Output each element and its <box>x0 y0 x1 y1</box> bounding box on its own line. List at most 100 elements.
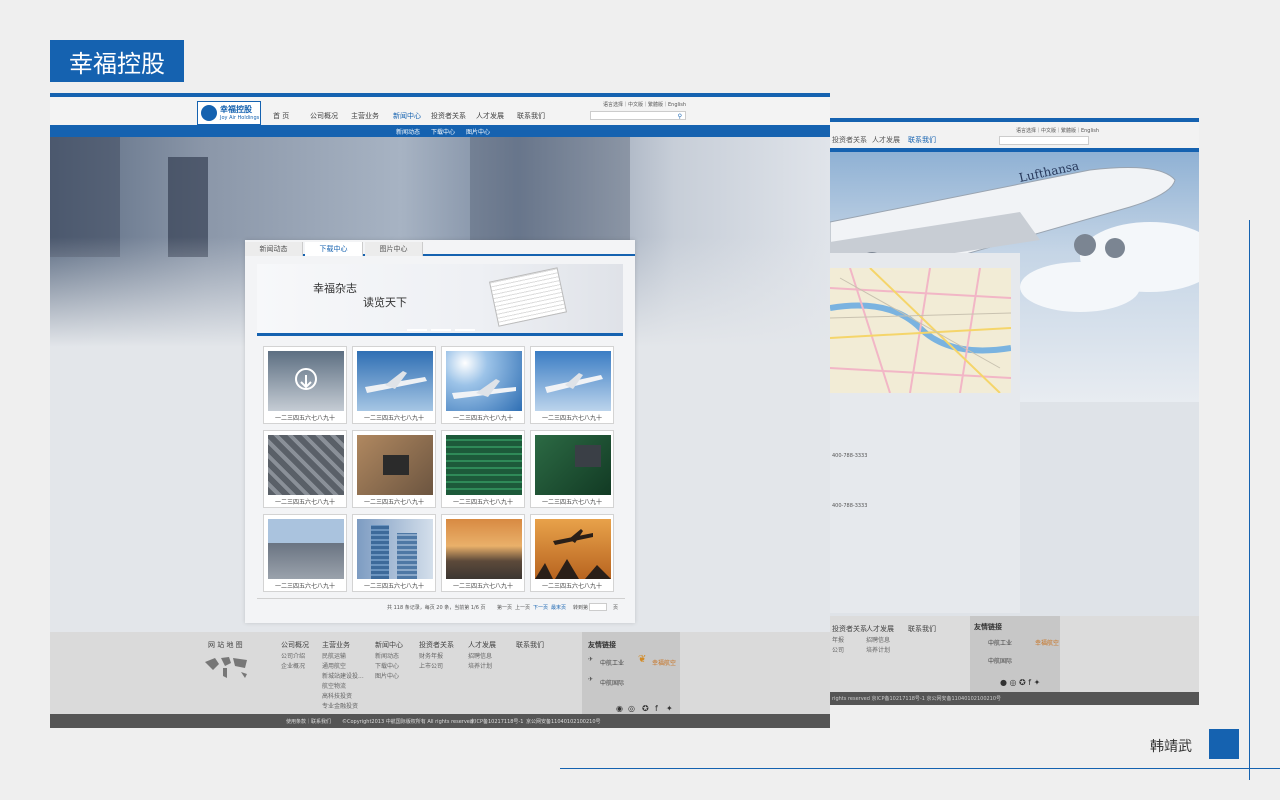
back-friend-title: 友情链接 <box>974 623 1002 631</box>
logo[interactable]: 幸福控股 Joy Air Holdings <box>197 101 261 125</box>
language-selector[interactable]: 语言选择｜中文版｜繁體版｜English <box>603 101 686 108</box>
card-caption: 一二三四五六七八九十 <box>541 499 602 506</box>
front-mockup: 幸福控股 Joy Air Holdings 首 页 公司概况 主营业务 新闻中心… <box>50 93 830 728</box>
back-nav-contact[interactable]: 联系我们 <box>908 135 936 145</box>
footer-link[interactable]: 图片中心 <box>375 672 403 682</box>
pager-suffix: 页 <box>613 605 619 611</box>
back-language-selector[interactable]: 语言选择｜中文版｜繁體版｜English <box>1016 127 1099 134</box>
footer-link[interactable]: 新闻动态 <box>375 652 403 662</box>
friend-link-avic-intl[interactable]: 中航国际 <box>600 678 624 687</box>
footer-link[interactable]: 上市公司 <box>419 662 454 672</box>
list-item[interactable]: 一二三四五六七八九十 <box>441 514 525 592</box>
list-item[interactable]: 一二三四五六七八九十 <box>263 430 347 508</box>
tab-gallery[interactable]: 图片中心 <box>365 242 423 256</box>
footer-link[interactable]: 高科技投资 <box>322 692 364 702</box>
back-friend-link[interactable]: 中航工业 <box>988 638 1012 647</box>
share-icon[interactable]: ✪ <box>642 704 649 713</box>
search-icon[interactable]: ⚲ <box>678 113 682 120</box>
list-item[interactable]: 一二三四五六七八九十 <box>352 430 436 508</box>
nav-investor[interactable]: 投资者关系 <box>431 111 466 121</box>
back-nav-talent[interactable]: 人才发展 <box>872 135 900 145</box>
back-footer-investor[interactable]: 投资者关系 <box>832 624 867 634</box>
footer-link[interactable]: 专业金融投资 <box>322 702 364 712</box>
back-footer-link[interactable]: 培养计划 <box>866 646 894 656</box>
subnav-news[interactable]: 新闻动态 <box>396 127 420 136</box>
footer-link[interactable]: 财务年报 <box>419 652 454 662</box>
footer-link[interactable]: 民航运输 <box>322 652 364 662</box>
footer-company[interactable]: 公司概况 <box>281 640 309 650</box>
airplane-photo <box>535 351 611 411</box>
list-item[interactable]: 一二三四五六七八九十 <box>441 346 525 424</box>
search-input[interactable]: ⚲ <box>590 111 686 120</box>
list-item[interactable]: 一二三四五六七八九十 <box>352 514 436 592</box>
footer-link[interactable]: 通用航空 <box>322 662 364 672</box>
friend-link-avic[interactable]: 中航工业 <box>600 658 624 667</box>
back-footer-contact[interactable]: 联系我们 <box>908 624 936 634</box>
footer-news[interactable]: 新闻中心 <box>375 640 403 650</box>
footer-link[interactable]: 企业概况 <box>281 662 309 672</box>
list-item[interactable]: 一二三四五六七八九十 <box>530 346 614 424</box>
nav-business[interactable]: 主营业务 <box>351 111 379 121</box>
footer-talent[interactable]: 人才发展 <box>468 640 496 650</box>
weibo-icon[interactable]: ◉ <box>616 704 623 713</box>
logo-emblem-icon <box>201 105 217 121</box>
friend-link-joyair[interactable]: 幸福航空 <box>652 658 676 667</box>
nav-home[interactable]: 首 页 <box>273 111 289 121</box>
back-footer-link[interactable]: 公司 <box>832 646 867 656</box>
back-friend-link[interactable]: 中航国际 <box>988 656 1012 665</box>
back-friend-link[interactable]: 幸福航空 <box>1035 638 1059 647</box>
subnav-gallery[interactable]: 图片中心 <box>466 127 490 136</box>
icp-text: 京ICP备10217118号-1 <box>470 719 524 725</box>
list-item[interactable]: 一二三四五六七八九十 <box>530 430 614 508</box>
building-photo <box>357 519 433 579</box>
nav-talent[interactable]: 人才发展 <box>476 111 504 121</box>
pager-prev[interactable]: 上一页 <box>515 604 530 611</box>
page-number-input[interactable] <box>589 603 607 611</box>
magazine-banner[interactable]: 幸福杂志 读览天下 <box>257 264 623 336</box>
footer-link[interactable]: 培养计划 <box>468 662 496 672</box>
city-map[interactable] <box>830 268 1011 393</box>
subnav-download[interactable]: 下载中心 <box>431 127 455 136</box>
back-search-input[interactable] <box>999 136 1089 145</box>
tab-news[interactable]: 新闻动态 <box>245 242 303 256</box>
police-record-text: 京公网安备11040102100210号 <box>526 719 601 725</box>
list-item[interactable]: 一二三四五六七八九十 <box>530 514 614 592</box>
pager-first[interactable]: 第一页 <box>497 604 512 611</box>
tab-bar: 新闻动态 下载中心 图片中心 <box>245 242 635 256</box>
footer-contact[interactable]: 联系我们 <box>516 640 544 650</box>
back-nav-investor[interactable]: 投资者关系 <box>832 135 867 145</box>
tencent-icon[interactable]: ◎ <box>628 704 635 713</box>
footer-business[interactable]: 主营业务 <box>322 640 364 650</box>
decor-horizontal-line <box>560 768 1280 769</box>
pager-last[interactable]: 最末页 <box>551 604 566 611</box>
back-footer-link[interactable]: 年报 <box>832 636 867 646</box>
card-caption: 一二三四五六七八九十 <box>452 415 513 422</box>
terms-link[interactable]: 使用条款｜联系我们 <box>286 718 331 725</box>
footer-link[interactable]: 航空物流 <box>322 682 364 692</box>
decor-square <box>1209 729 1239 759</box>
tab-download[interactable]: 下载中心 <box>305 242 363 256</box>
card-caption: 一二三四五六七八九十 <box>541 583 602 590</box>
back-footer-talent[interactable]: 人才发展 <box>866 624 894 634</box>
nav-contact[interactable]: 联系我们 <box>517 111 545 121</box>
footer-investor[interactable]: 投资者关系 <box>419 640 454 650</box>
list-item[interactable]: 一二三四五六七八九十 <box>352 346 436 424</box>
nav-company[interactable]: 公司概况 <box>310 111 338 121</box>
card-caption: 一二三四五六七八九十 <box>363 415 424 422</box>
pager-next[interactable]: 下一页 <box>533 604 548 611</box>
footer-link[interactable]: 新城站建设投... <box>322 672 364 682</box>
facebook-icon[interactable]: f <box>655 704 658 713</box>
back-mockup: 投资者关系 人才发展 联系我们 语言选择｜中文版｜繁體版｜English Luf… <box>830 118 1199 705</box>
list-item[interactable]: 一二三四五六七八九十 <box>441 430 525 508</box>
list-item[interactable]: 一二三四五六七八九十 <box>263 514 347 592</box>
nav-news[interactable]: 新闻中心 <box>393 111 421 121</box>
footer-link[interactable]: 下载中心 <box>375 662 403 672</box>
list-item[interactable]: 一二三四五六七八九十 <box>263 346 347 424</box>
back-footer-link[interactable]: 招聘信息 <box>866 636 894 646</box>
pager-summary: 共 118 条记录，每页 20 条，当前第 1/6 页 <box>387 605 486 611</box>
airplane-photo <box>357 351 433 411</box>
footer-link[interactable]: 公司介绍 <box>281 652 309 662</box>
social-icons[interactable]: ● ◎ ✪ f ✦ <box>1000 678 1040 687</box>
twitter-icon[interactable]: ✦ <box>666 704 673 713</box>
footer-link[interactable]: 招聘信息 <box>468 652 496 662</box>
